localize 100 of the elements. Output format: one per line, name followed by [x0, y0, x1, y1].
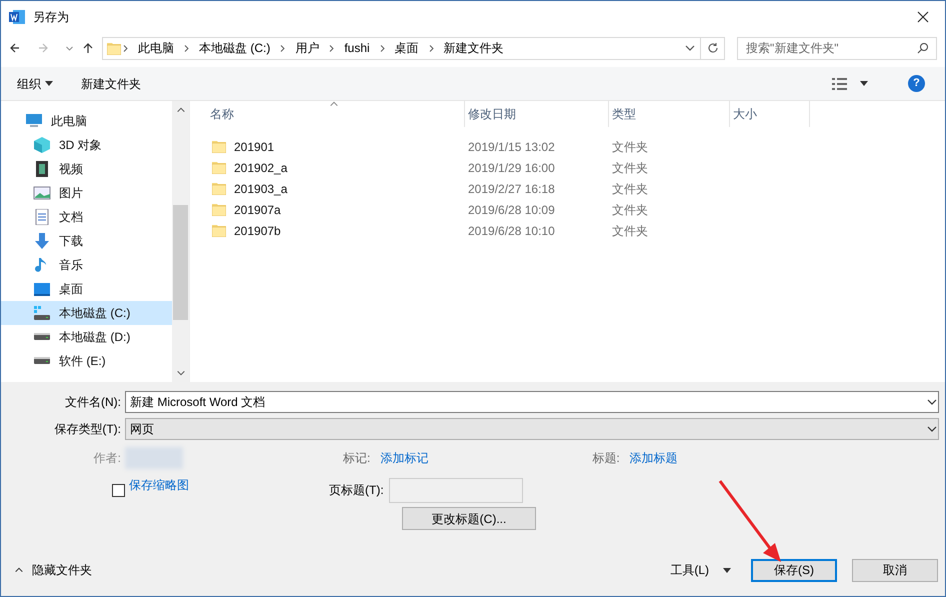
nav-item[interactable]: 本地磁盘 (C:) — [1, 301, 172, 325]
drive-icon — [33, 357, 51, 365]
search-icon — [917, 42, 929, 54]
file-type-dropdown[interactable]: 网页 — [125, 418, 939, 440]
modified-date: 2019/6/28 10:10 — [467, 222, 556, 240]
folder-icon — [212, 182, 226, 195]
nav-item[interactable]: 文档 — [1, 205, 172, 229]
up-arrow-icon — [82, 42, 94, 54]
new-folder-button[interactable]: 新建文件夹 — [81, 74, 141, 92]
system-drive-icon — [33, 305, 51, 321]
file-name[interactable]: 201907b — [234, 222, 281, 240]
cancel-button[interactable]: 取消 — [852, 558, 938, 582]
nav-item[interactable]: 软件 (E:) — [1, 349, 172, 373]
modified-date: 2019/1/15 13:02 — [467, 138, 556, 156]
scrollbar-thumb[interactable] — [173, 205, 188, 320]
caret-icon — [45, 81, 53, 86]
add-title-link[interactable]: 添加标题 — [630, 449, 678, 467]
document-icon — [33, 209, 51, 225]
view-options-button[interactable] — [832, 78, 868, 90]
computer-icon — [25, 113, 43, 129]
recent-dropdown[interactable] — [65, 44, 74, 52]
film-icon — [33, 161, 51, 177]
folder-icon — [212, 140, 226, 153]
folder-icon — [107, 42, 121, 54]
modified-date: 2019/2/27 16:18 — [467, 180, 556, 198]
breadcrumb-separator-icon — [182, 44, 191, 52]
file-name[interactable]: 201902_a — [234, 158, 288, 176]
refresh-icon[interactable] — [706, 42, 718, 54]
page-title-label: 页标题(T): — [329, 482, 384, 499]
author-label: 作者: — [92, 450, 122, 467]
folder-icon — [212, 203, 226, 216]
column-header[interactable]: 修改日期 — [465, 101, 609, 127]
save-button[interactable]: 保存(S) — [751, 558, 837, 582]
breadcrumb-item[interactable]: 本地磁盘 (C:) — [191, 39, 278, 57]
address-bar[interactable]: 此电脑 本地磁盘 (C:) 用户 fushi 桌面 新建文件夹 — [102, 36, 725, 60]
download-arrow-icon — [33, 233, 51, 249]
column-header[interactable]: 名称 — [207, 101, 465, 127]
picture-icon — [33, 185, 51, 201]
nav-item[interactable]: 3D 对象 — [1, 133, 172, 157]
column-header[interactable]: 大小 — [730, 101, 810, 127]
nav-item[interactable]: 下载 — [1, 229, 172, 253]
breadcrumb-separator-icon — [121, 44, 130, 52]
list-view-icon — [832, 78, 848, 90]
breadcrumb-separator-icon — [278, 44, 288, 52]
up-button[interactable] — [82, 42, 94, 54]
breadcrumb-item[interactable]: fushi — [336, 39, 378, 57]
word-logo-icon — [9, 9, 25, 25]
folder-icon — [212, 224, 226, 237]
title-label: 标题: — [592, 450, 620, 467]
thumbnail-checkbox[interactable] — [112, 484, 125, 496]
breadcrumb-item[interactable]: 新建文件夹 — [436, 39, 512, 57]
hide-folders-button[interactable]: 隐藏文件夹 — [1, 561, 92, 579]
left-arrow-icon — [9, 42, 21, 54]
breadcrumb-item[interactable]: 此电脑 — [130, 39, 182, 57]
file-type: 文件夹 — [611, 180, 649, 198]
add-tags-link[interactable]: 添加标记 — [380, 449, 428, 467]
modified-date: 2019/6/28 10:09 — [467, 202, 556, 218]
breadcrumb-separator-icon — [378, 44, 387, 52]
breadcrumb-separator-icon — [327, 44, 336, 52]
nav-item[interactable]: 此电脑 — [1, 109, 172, 133]
window-title: 另存为 — [33, 9, 69, 26]
filename-field[interactable]: 新建 Microsoft Word 文档 — [125, 391, 939, 413]
nav-item[interactable]: 视频 — [1, 157, 172, 181]
file-type: 文件夹 — [611, 138, 649, 156]
caret-icon — [723, 568, 731, 572]
organize-menu[interactable]: 组织 — [17, 74, 53, 92]
drive-icon — [33, 333, 51, 341]
file-name[interactable]: 201903_a — [234, 180, 288, 198]
save-thumbnail-label[interactable]: 保存缩略图 — [129, 476, 189, 494]
close-icon — [917, 11, 929, 23]
nav-item[interactable]: 本地磁盘 (D:) — [1, 325, 172, 349]
folder-icon — [212, 161, 226, 174]
tags-label: 标记: — [343, 450, 370, 467]
modified-date: 2019/1/29 16:00 — [467, 160, 556, 176]
breadcrumb-item[interactable]: 桌面 — [386, 39, 427, 57]
column-header[interactable]: 类型 — [609, 101, 730, 127]
nav-item[interactable]: 图片 — [1, 181, 172, 205]
breadcrumb-item[interactable]: 用户 — [287, 39, 328, 57]
page-title-field[interactable] — [388, 478, 523, 502]
desktop-icon — [33, 281, 51, 297]
chevron-icon — [65, 44, 74, 52]
file-name[interactable]: 201901 — [234, 138, 274, 156]
cube-icon — [33, 137, 51, 153]
nav-item[interactable]: 桌面 — [1, 277, 172, 301]
sidebar-scrollbar[interactable] — [172, 101, 189, 382]
tools-menu[interactable]: 工具(L) — [670, 561, 731, 579]
field-label: 保存类型(T): — [53, 421, 122, 438]
nav-item[interactable]: 音乐 — [1, 253, 172, 277]
caret-icon — [860, 81, 868, 86]
help-button[interactable]: ? — [908, 75, 925, 92]
breadcrumb-separator-icon — [426, 44, 436, 52]
search-field[interactable]: 搜索"新建文件夹" — [737, 36, 937, 60]
file-type: 文件夹 — [611, 222, 649, 240]
right-arrow-icon — [37, 42, 49, 54]
file-name[interactable]: 201907a — [234, 200, 281, 218]
field-label: 文件名(N): — [64, 394, 122, 411]
file-type: 文件夹 — [611, 202, 649, 218]
chevron-up-icon — [14, 565, 24, 575]
change-title-button[interactable]: 更改标题(C)... — [402, 507, 536, 530]
sort-ascending-icon — [329, 99, 339, 109]
